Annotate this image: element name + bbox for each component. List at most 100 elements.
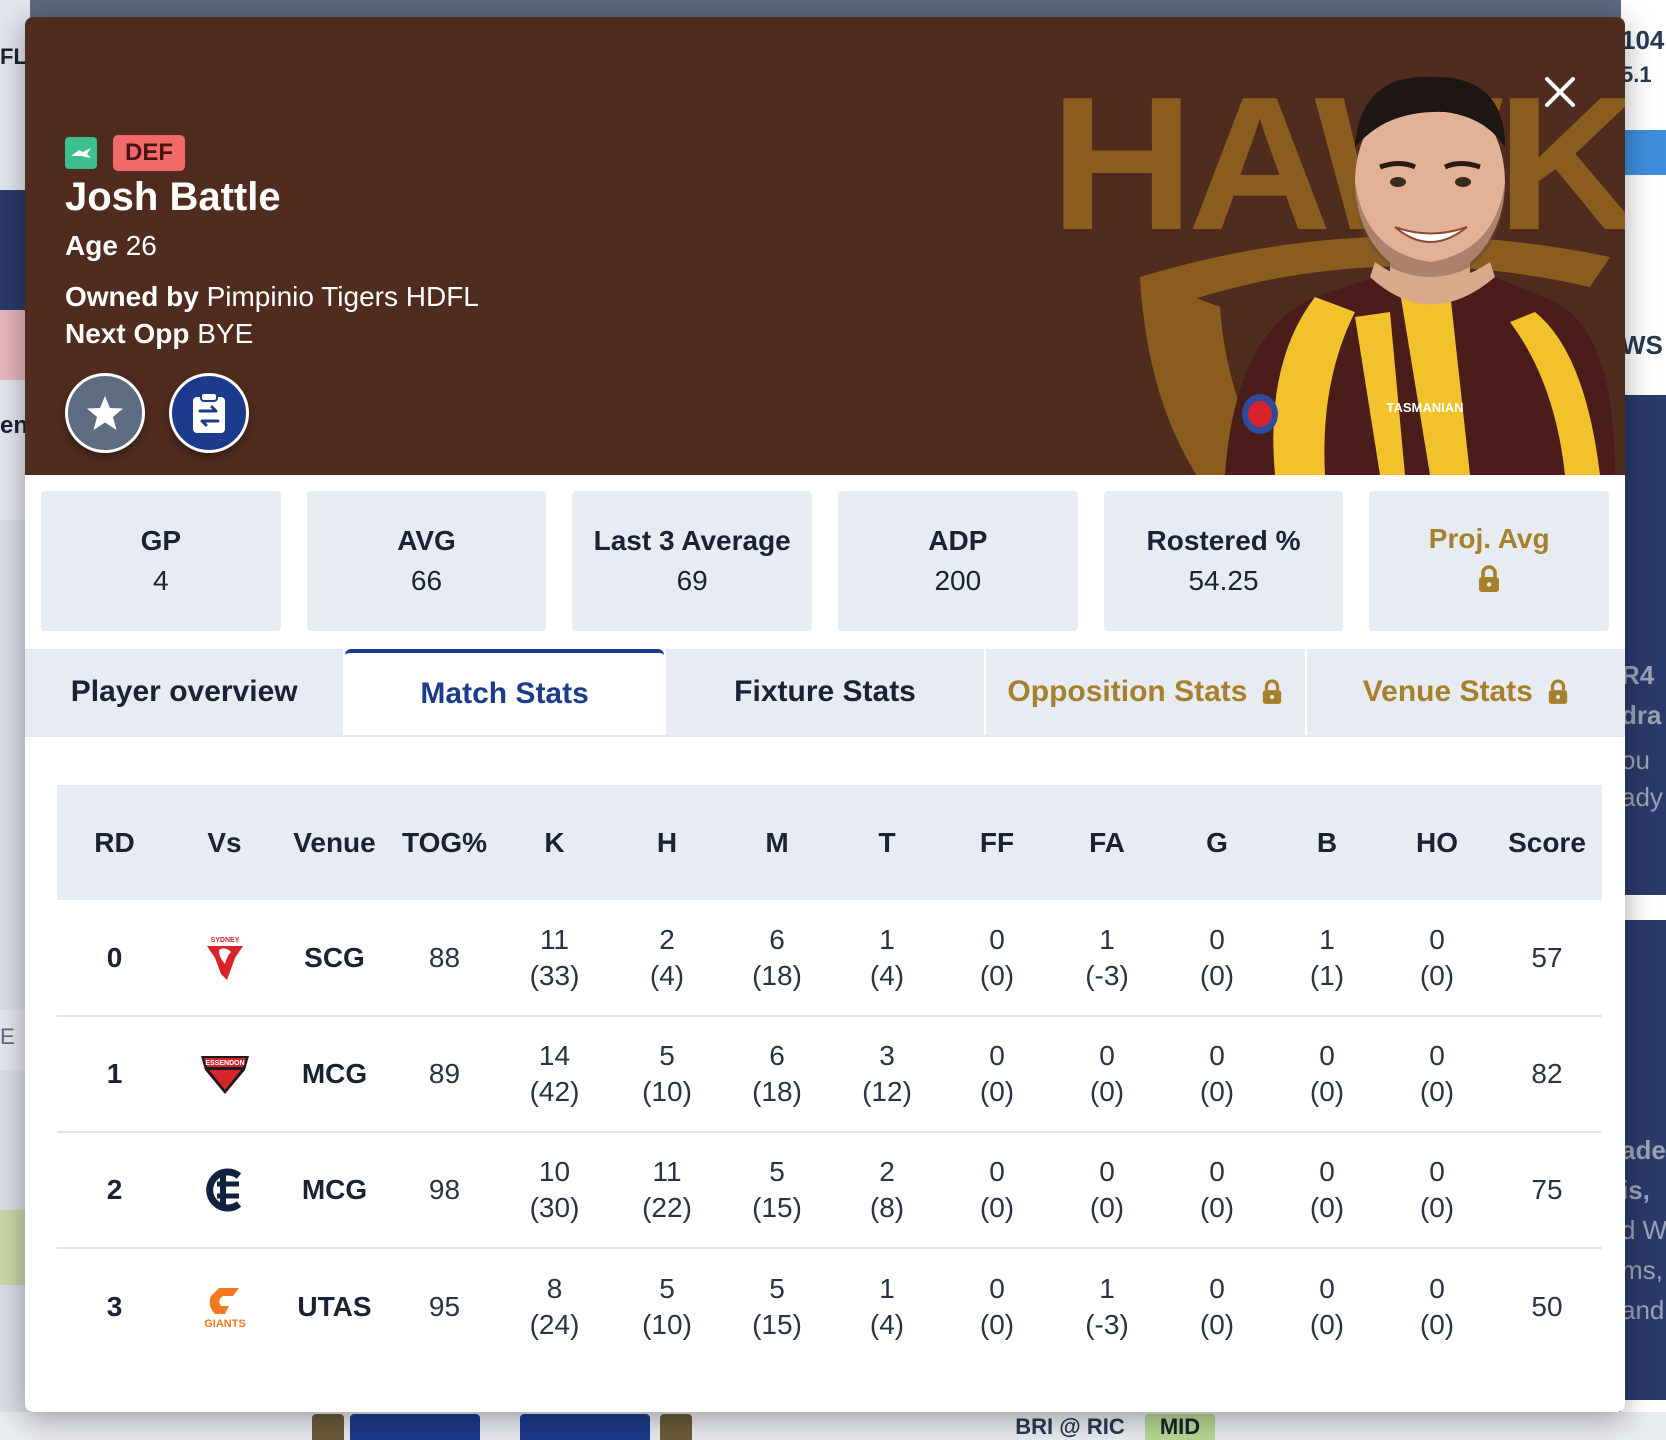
- match-stats-section: RD Vs Venue TOG% K H M T FF FA G B HO Sc…: [25, 737, 1625, 1364]
- cell-tog: 98: [428, 1174, 461, 1206]
- team-badge: [65, 137, 97, 169]
- age-value: 26: [125, 230, 157, 261]
- cell-t: 1 (4): [832, 900, 942, 1016]
- stat-points: (0): [1309, 1076, 1345, 1107]
- stat-count: 1: [1099, 923, 1115, 955]
- cell-fa: 0 (0): [1052, 1132, 1162, 1248]
- cell-t: 2 (8): [832, 1132, 942, 1248]
- stat-points: (-3): [1085, 959, 1129, 991]
- stat-count: 0: [1209, 1156, 1225, 1188]
- column-header: Venue: [293, 826, 376, 858]
- cell-k: 14 (42): [497, 1016, 612, 1132]
- stat-points: (4): [869, 959, 905, 991]
- cell-h: 5 (10): [612, 1248, 722, 1364]
- cell-ff: 0 (0): [942, 1016, 1052, 1132]
- tab-match-stats[interactable]: Match Stats: [345, 649, 664, 735]
- stat-count: 0: [989, 1272, 1005, 1304]
- stat-count: 11: [539, 923, 570, 955]
- table-row: 2 MCG 98 10 (30) 11 (22) 5 (15) 2 (8) 0 (0: [57, 1132, 1602, 1248]
- essendon-logo: ESSENDON: [200, 1056, 249, 1094]
- column-header: T: [878, 826, 896, 858]
- close-icon: [1545, 77, 1575, 107]
- bg-fragment: [520, 1414, 650, 1440]
- tab-label: Venue Stats: [1362, 675, 1533, 708]
- stat-card-rostered: Rostered % 54.25: [1103, 491, 1344, 631]
- column-header: FA: [1089, 826, 1125, 858]
- cell-b: 1 (1): [1272, 900, 1382, 1016]
- cell-fa: 1 (-3): [1052, 900, 1162, 1016]
- table-row: 3 GIANTS UTAS 95 8 (24) 5 (10) 5 (15) 1 (4) …: [57, 1248, 1602, 1364]
- trade-button[interactable]: [169, 373, 249, 453]
- stat-points: (0): [1089, 1076, 1125, 1107]
- player-next-opp: Next Opp BYE: [65, 316, 479, 351]
- stat-label: GP: [140, 525, 182, 556]
- stat-count: 0: [1099, 1156, 1115, 1188]
- close-button[interactable]: [1535, 67, 1585, 117]
- player-actions: [65, 373, 479, 453]
- stat-count: 2: [659, 923, 675, 955]
- stat-count: 14: [538, 1040, 571, 1072]
- stat-count: 0: [1429, 923, 1445, 955]
- stat-count: 6: [769, 923, 785, 955]
- tab-player-overview[interactable]: Player overview: [25, 649, 344, 735]
- cell-t: 3 (12): [832, 1016, 942, 1132]
- next-opp-value: BYE: [197, 318, 254, 349]
- age-label: Age: [65, 230, 118, 261]
- stat-points: (0): [1199, 1076, 1235, 1107]
- tab-venue-stats[interactable]: Venue Stats: [1306, 649, 1625, 735]
- column-header: FF: [979, 826, 1015, 858]
- stat-points: (15): [752, 1192, 802, 1223]
- star-icon: [87, 396, 123, 430]
- cell-m: 5 (15): [722, 1132, 832, 1248]
- stat-value: 200: [934, 565, 982, 596]
- cell-score: 50: [1531, 1290, 1563, 1322]
- cell-b: 0 (0): [1272, 1016, 1382, 1132]
- stat-card-avg: AVG 66: [306, 491, 547, 631]
- svg-text:ESSENDON: ESSENDON: [205, 1060, 244, 1067]
- position-badge: DEF: [113, 135, 185, 171]
- background-page-right: 104 5.1 WS R4 dra ou ady ade is, d W ms,…: [1621, 0, 1666, 1440]
- stat-card-gp: GP 4: [41, 491, 281, 631]
- cell-k: 8 (24): [497, 1248, 612, 1364]
- cell-m: 6 (18): [722, 900, 832, 1016]
- cell-k: 10 (30): [497, 1132, 612, 1248]
- stat-points: (0): [979, 1076, 1015, 1107]
- cell-vs: ESSENDON: [172, 1016, 277, 1132]
- stat-points: (0): [979, 1308, 1015, 1340]
- cell-venue: UTAS: [297, 1290, 372, 1322]
- cell-vs: SYDNEY: [172, 900, 277, 1016]
- cell-tog: 89: [428, 1058, 461, 1090]
- player-age: Age 26: [65, 228, 479, 263]
- stat-points: (0): [1419, 959, 1455, 991]
- tab-opposition-stats[interactable]: Opposition Stats: [986, 649, 1305, 735]
- stat-points: (18): [752, 1076, 802, 1107]
- hawk-icon: [71, 148, 91, 158]
- cell-g: 0 (0): [1162, 1016, 1272, 1132]
- svg-text:SYDNEY: SYDNEY: [210, 937, 239, 944]
- stat-points: (-3): [1085, 1308, 1129, 1340]
- player-badges: DEF: [65, 135, 479, 171]
- stat-points: (18): [752, 959, 802, 991]
- stat-points: (1): [1309, 959, 1345, 991]
- stat-points: (10): [642, 1308, 692, 1340]
- stat-value: 69: [676, 565, 708, 596]
- stat-card-proj-avg[interactable]: Proj. Avg: [1369, 491, 1610, 631]
- stat-value: 66: [410, 565, 443, 596]
- cell-ho: 0 (0): [1382, 1248, 1492, 1364]
- jersey-text: TASMANIAN: [1386, 400, 1463, 415]
- stat-points: (0): [979, 1192, 1015, 1223]
- favourite-button[interactable]: [65, 373, 145, 453]
- clipboard-swap-icon: [193, 392, 225, 433]
- stat-count: 0: [989, 1040, 1005, 1072]
- column-header: RD: [94, 826, 135, 858]
- stat-points: (0): [1089, 1192, 1125, 1223]
- cell-b: 0 (0): [1272, 1132, 1382, 1248]
- column-header: G: [1206, 826, 1228, 858]
- tab-fixture-stats[interactable]: Fixture Stats: [665, 649, 985, 735]
- cell-score: 82: [1531, 1058, 1563, 1090]
- stat-points: (0): [1199, 1192, 1235, 1223]
- column-header: M: [765, 826, 789, 858]
- cell-score: 57: [1531, 941, 1563, 973]
- column-header: K: [544, 826, 565, 858]
- stat-label: ADP: [928, 525, 988, 556]
